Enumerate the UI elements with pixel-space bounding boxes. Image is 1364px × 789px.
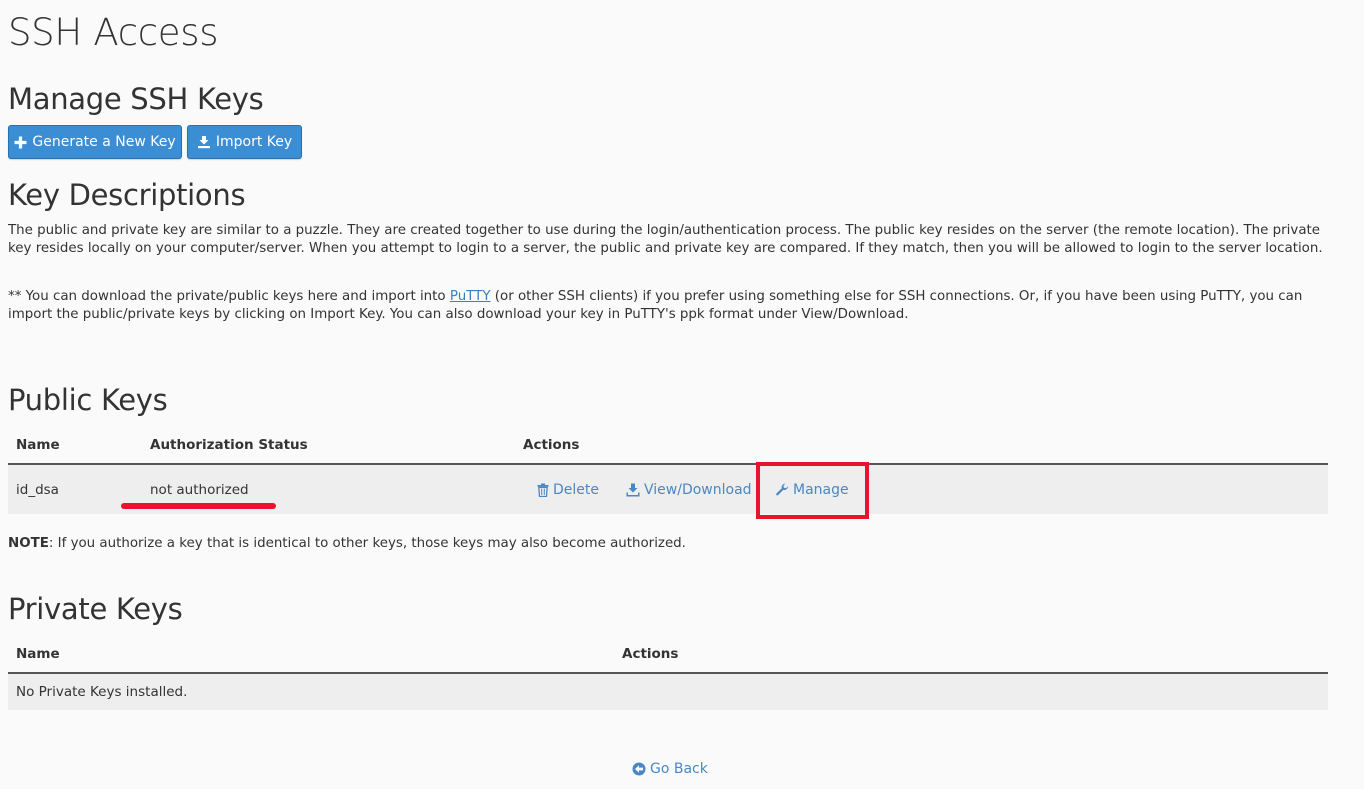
delete-label: Delete xyxy=(553,482,599,498)
public-keys-heading: Public Keys xyxy=(8,383,168,417)
go-back-link[interactable]: Go Back xyxy=(632,760,708,778)
note-text: : If you authorize a key that is identic… xyxy=(48,536,686,551)
public-key-name: id_dsa xyxy=(16,482,59,498)
key-description-paragraph: The public and private key are similar t… xyxy=(8,223,1323,256)
public-name-column-header: Name xyxy=(16,437,60,453)
public-key-status: not authorized xyxy=(150,482,249,498)
putty-paragraph: ** You can download the private/public k… xyxy=(8,288,1338,324)
import-key-label: Import Key xyxy=(215,134,293,150)
import-icon xyxy=(197,136,210,149)
generate-new-key-label: Generate a New Key xyxy=(32,134,176,150)
manage-annotation-box xyxy=(756,462,869,519)
public-status-column-header: Authorization Status xyxy=(150,437,308,453)
view-download-key-link[interactable]: View/Download xyxy=(626,481,752,499)
import-key-button[interactable]: Import Key xyxy=(187,125,302,159)
status-annotation-underline xyxy=(121,503,276,509)
private-name-column-header: Name xyxy=(16,646,60,662)
delete-key-link[interactable]: Delete xyxy=(537,481,599,499)
ssh-access-page: SSH Access Manage SSH Keys Generate a Ne… xyxy=(0,0,1364,789)
download-icon xyxy=(626,483,640,497)
public-actions-column-header: Actions xyxy=(523,437,580,453)
plus-icon xyxy=(14,136,27,148)
note-label: NOTE xyxy=(8,536,49,551)
key-descriptions-heading: Key Descriptions xyxy=(8,178,246,212)
putty-paragraph-prefix: ** You can download the private/public k… xyxy=(8,289,450,304)
table-row xyxy=(8,674,1328,710)
authorization-note: NOTE: If you authorize a key that is ide… xyxy=(8,535,686,553)
trash-icon xyxy=(537,483,549,497)
no-private-keys-message: No Private Keys installed. xyxy=(16,684,188,700)
go-back-label: Go Back xyxy=(650,761,708,777)
generate-new-key-button[interactable]: Generate a New Key xyxy=(8,125,182,159)
page-title: SSH Access xyxy=(8,11,219,54)
putty-link[interactable]: PuTTY xyxy=(450,289,491,304)
private-keys-heading: Private Keys xyxy=(8,592,183,626)
view-download-label: View/Download xyxy=(644,482,752,498)
manage-ssh-keys-heading: Manage SSH Keys xyxy=(8,82,264,116)
arrow-circle-left-icon xyxy=(632,762,646,776)
private-actions-column-header: Actions xyxy=(622,646,679,662)
